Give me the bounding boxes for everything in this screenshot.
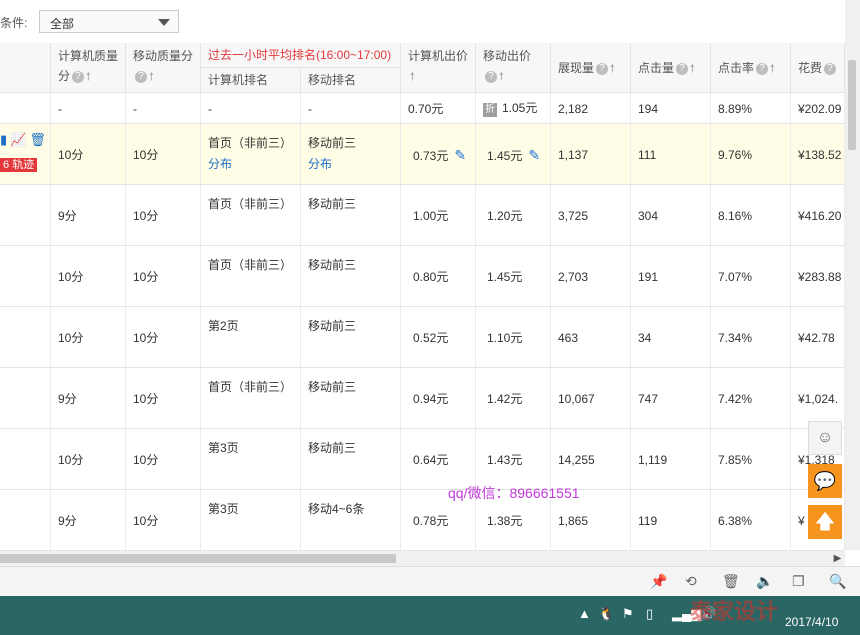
help-icon[interactable]: ? — [485, 70, 497, 83]
sort-up-icon[interactable]: 🠕 — [770, 48, 775, 90]
search-icon[interactable]: 🔍 — [829, 573, 846, 590]
chat-button[interactable]: 💬 — [808, 464, 842, 498]
chat-icon: 💬 — [813, 471, 837, 491]
help-icon[interactable]: ? — [824, 62, 837, 75]
tray-arrow-icon[interactable]: ▲ — [578, 606, 591, 621]
header-ctr[interactable]: 点击率? 🠕 — [711, 43, 791, 93]
table-row: 10分 10分 第2页 移动前三 0.52元 1.10元 463 34 7.34… — [0, 307, 845, 368]
discount-badge: 折 — [483, 103, 497, 117]
header-cost[interactable]: 花费? — [791, 43, 845, 93]
filter-select-value: 全部 — [50, 17, 75, 31]
customer-service-button[interactable]: ☺ — [808, 421, 842, 455]
arrow-up-icon: 🡅 — [814, 511, 836, 533]
distribution-link[interactable]: 分布 — [308, 156, 332, 172]
table-row: ▮📈🗑 6 轨迹 10分 10分 首页（非前三） 分布 移动前三 分布 0.73… — [0, 124, 845, 185]
help-icon[interactable]: ? — [596, 62, 609, 75]
back-to-top-button[interactable]: 🡅 — [808, 505, 842, 539]
chevron-down-icon — [158, 19, 170, 26]
flag-icon[interactable]: ⚑ — [622, 606, 634, 622]
table-row: 9分 10分 首页（非前三） 移动前三 1.00元 1.20元 3,725 30… — [0, 185, 845, 246]
table-row: 10分 10分 第3页 移动前三 0.64元 1.43元 14,255 1,11… — [0, 429, 845, 490]
vertical-scroll-thumb[interactable] — [848, 60, 856, 150]
sort-up-icon[interactable]: 🠕 — [690, 48, 695, 90]
keyword-table: 计算机质量 分? 🠕 移动质量分 ? 🠕 过去一小时平均排名(16:00~17:00… — [0, 43, 845, 551]
horizontal-scrollbar[interactable]: ▶ — [0, 551, 845, 566]
header-pc-rank: 计算机排名 — [201, 68, 301, 93]
header-mobile-rank: 移动排名 — [301, 68, 401, 93]
header-avg-rank-group: 过去一小时平均排名(16:00~17:00) — [201, 43, 401, 68]
contact-overlay-text: qq/微信：896661551 — [448, 485, 580, 501]
scroll-right-arrow-icon[interactable]: ▶ — [830, 551, 845, 566]
header-actions — [0, 43, 51, 93]
header-clicks[interactable]: 点击量? 🠕 — [631, 43, 711, 93]
filter-label: 条件: — [0, 16, 28, 30]
table-row: 9分 10分 第3页 移动4~6条 0.78元 1.38元 1,865 119 … — [0, 490, 845, 551]
pin-icon[interactable]: 📌 — [650, 573, 667, 590]
filter-select[interactable]: 全部 — [39, 10, 179, 33]
window-icon[interactable]: ❐ — [792, 573, 805, 590]
qq-icon[interactable]: 🐧 — [598, 606, 614, 622]
help-icon[interactable]: ? — [135, 70, 147, 83]
header-pc-bid[interactable]: 计算机出价 🠕 — [401, 43, 476, 93]
bottom-toolbar: 📌 ⟲ 🗑 🔈 ❐ 🔍 — [0, 566, 860, 597]
edit-icon[interactable]: ▮ — [0, 132, 10, 147]
pencil-icon[interactable]: ✎ — [454, 147, 466, 163]
row-actions — [0, 93, 51, 123]
trash-icon[interactable]: 🗑 — [29, 132, 49, 147]
header-pc-quality[interactable]: 计算机质量 分? 🠕 — [51, 43, 126, 93]
sort-up-icon[interactable]: 🠕 — [86, 67, 91, 87]
taskbar-date[interactable]: 2017/4/10 — [785, 615, 838, 629]
sort-up-icon[interactable]: 🠕 — [410, 67, 415, 87]
pencil-icon[interactable]: ✎ — [528, 147, 540, 163]
track-badge[interactable]: 6 轨迹 — [0, 158, 38, 172]
horizontal-scroll-thumb[interactable] — [0, 554, 396, 563]
share-icon[interactable]: ⟲ — [685, 573, 697, 590]
person-icon: ☺ — [816, 429, 834, 446]
help-icon[interactable]: ? — [72, 70, 85, 83]
sort-up-icon[interactable]: 🠕 — [149, 67, 154, 87]
table-row: 10分 10分 首页（非前三） 移动前三 0.80元 1.45元 2,703 1… — [0, 246, 845, 307]
distribution-link[interactable]: 分布 — [208, 156, 232, 172]
filter-bar: 条件: 全部 — [0, 0, 860, 44]
watermark: 泰家设计 — [690, 599, 779, 624]
table-row: 9分 10分 首页（非前三） 移动前三 0.94元 1.42元 10,067 7… — [0, 368, 845, 429]
chart-icon[interactable]: 📈 — [10, 132, 29, 147]
help-icon[interactable]: ? — [756, 62, 769, 75]
sort-up-icon[interactable]: 🠕 — [610, 48, 615, 90]
battery-icon[interactable]: ▯ — [646, 606, 653, 622]
help-icon[interactable]: ? — [676, 62, 689, 75]
speaker-icon[interactable]: 🔈 — [756, 573, 773, 590]
header-impressions[interactable]: 展现量? 🠕 — [551, 43, 631, 93]
trash-icon[interactable]: 🗑 — [722, 573, 740, 590]
header-mobile-quality[interactable]: 移动质量分 ? 🠕 — [126, 43, 201, 93]
row-actions: ▮📈🗑 6 轨迹 — [0, 124, 51, 184]
sort-up-icon[interactable]: 🠕 — [499, 67, 504, 87]
table-row: - - - - 0.70元 折 1.05元 2,182 194 8.89% ¥20… — [0, 93, 845, 124]
header-mobile-bid[interactable]: 移动出价 ? 🠕 — [476, 43, 551, 93]
